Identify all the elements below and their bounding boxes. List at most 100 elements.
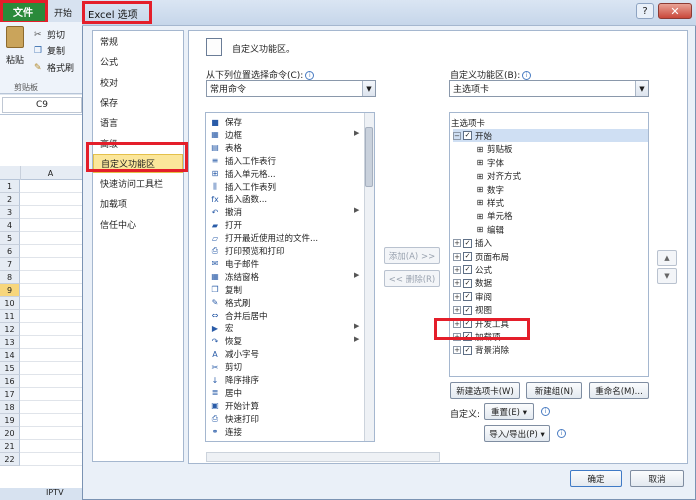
command-item[interactable]: ▦ 边框 bbox=[209, 129, 359, 141]
row-header[interactable]: 4 bbox=[0, 219, 20, 232]
horizontal-scrollbar[interactable] bbox=[206, 452, 440, 462]
grid-row[interactable] bbox=[20, 271, 84, 284]
row-header[interactable]: 15 bbox=[0, 362, 20, 375]
expand-icon[interactable]: + bbox=[453, 252, 461, 261]
nav-item[interactable]: 公式 bbox=[93, 52, 183, 71]
command-item[interactable]: ↓ 降序排序 bbox=[209, 374, 359, 387]
grid-row[interactable] bbox=[20, 219, 84, 232]
chevron-down-icon[interactable]: ▼ bbox=[635, 81, 648, 96]
grid-row[interactable] bbox=[20, 414, 84, 427]
row-header[interactable]: 16 bbox=[0, 375, 20, 388]
collapse-icon[interactable]: − bbox=[453, 131, 461, 140]
command-item[interactable]: ▱ 打开最近使用过的文件... bbox=[209, 232, 359, 245]
tree-tab-item[interactable]: + ✓ 审阅 bbox=[453, 290, 648, 303]
command-item[interactable]: ❐ 复制 bbox=[209, 284, 359, 296]
command-item[interactable]: ⊞ 插入单元格... bbox=[209, 168, 359, 180]
row-header[interactable]: 18 bbox=[0, 401, 20, 414]
cut-button[interactable]: ✂ 剪切 bbox=[34, 28, 65, 42]
tab-checkbox[interactable]: ✓ bbox=[463, 252, 472, 261]
command-item[interactable]: ✎ 格式刷 bbox=[209, 297, 359, 309]
tab-checkbox[interactable]: ✓ bbox=[463, 278, 472, 288]
ok-button[interactable]: 确定 bbox=[570, 470, 622, 487]
move-down-button[interactable]: ▼ bbox=[657, 268, 677, 284]
row-header[interactable]: 9 bbox=[0, 284, 20, 297]
tree-header[interactable]: 主选项卡 bbox=[451, 116, 646, 129]
choose-commands-combo[interactable]: 常用命令 ▼ bbox=[206, 80, 376, 97]
name-box[interactable]: C9 bbox=[2, 97, 82, 113]
grid-row[interactable] bbox=[20, 284, 84, 297]
command-item[interactable]: ▦ 冻结窗格 bbox=[209, 271, 359, 283]
command-item[interactable]: ▶ 宏 bbox=[209, 322, 359, 335]
row-header[interactable]: 17 bbox=[0, 388, 20, 401]
paste-label[interactable]: 粘贴 bbox=[6, 53, 24, 66]
nav-item[interactable]: 信任中心 bbox=[93, 215, 183, 234]
row-header[interactable]: 7 bbox=[0, 258, 20, 271]
nav-item[interactable]: 校对 bbox=[93, 73, 183, 92]
new-group-button[interactable]: 新建组(N) bbox=[526, 382, 582, 399]
tab-checkbox[interactable]: ✓ bbox=[463, 265, 472, 275]
tab-checkbox[interactable]: ✓ bbox=[463, 292, 472, 302]
commands-scrollbar-thumb[interactable] bbox=[365, 127, 373, 187]
expand-icon[interactable]: + bbox=[453, 292, 461, 301]
nav-item[interactable]: 语言 bbox=[93, 113, 183, 132]
grid-row[interactable] bbox=[20, 323, 84, 336]
row-header[interactable]: 1 bbox=[0, 180, 20, 193]
column-header-a[interactable]: A bbox=[20, 166, 80, 180]
command-item[interactable]: ⚭ 连接 bbox=[209, 426, 359, 438]
help-button[interactable]: ? bbox=[636, 3, 654, 19]
grid-row[interactable] bbox=[20, 245, 84, 258]
row-header[interactable]: 5 bbox=[0, 232, 20, 245]
row-header[interactable]: 14 bbox=[0, 349, 20, 362]
grid-row[interactable] bbox=[20, 193, 84, 206]
tree-tab-item[interactable]: − ✓ 开始 bbox=[453, 129, 648, 143]
format-painter-button[interactable]: ✎ 格式刷 bbox=[34, 61, 74, 75]
tree-tab-item[interactable]: + ✓ 视图 bbox=[453, 304, 648, 317]
close-button[interactable]: ✕ bbox=[658, 3, 692, 19]
tree-group-item[interactable]: ⊞ 剪贴板 bbox=[476, 143, 671, 156]
command-item[interactable]: A 减小字号 bbox=[209, 348, 359, 361]
grid-row[interactable] bbox=[20, 180, 84, 193]
tab-checkbox[interactable]: ✓ bbox=[463, 131, 472, 141]
grid-row[interactable] bbox=[20, 427, 84, 440]
command-item[interactable]: ⇔ 合并后居中 bbox=[209, 310, 359, 322]
grid-row[interactable] bbox=[20, 401, 84, 414]
row-header[interactable]: 21 bbox=[0, 440, 20, 453]
tab-checkbox[interactable]: ✓ bbox=[463, 345, 472, 355]
tab-checkbox[interactable]: ✓ bbox=[463, 305, 472, 315]
tree-tab-item[interactable]: + ✓ 背景消除 bbox=[453, 344, 648, 357]
expand-icon[interactable]: ⊞ bbox=[476, 185, 484, 194]
cancel-button[interactable]: 取消 bbox=[630, 470, 684, 487]
row-header[interactable]: 3 bbox=[0, 206, 20, 219]
command-item[interactable]: ≣ 居中 bbox=[209, 387, 359, 399]
nav-item[interactable]: 保存 bbox=[93, 93, 183, 112]
row-header[interactable]: 12 bbox=[0, 323, 20, 336]
tree-group-item[interactable]: ⊞ 对齐方式 bbox=[476, 170, 671, 183]
grid-row[interactable] bbox=[20, 206, 84, 219]
command-item[interactable]: ⎙ 打印预览和打印 bbox=[209, 245, 359, 257]
command-item[interactable]: ✉ 电子邮件 bbox=[209, 258, 359, 270]
tree-group-item[interactable]: ⊞ 单元格 bbox=[476, 210, 671, 223]
grid-row[interactable] bbox=[20, 362, 84, 375]
remove-button[interactable]: << 删除(R) bbox=[384, 270, 440, 287]
rename-button[interactable]: 重命名(M)... bbox=[589, 382, 649, 399]
grid-row[interactable] bbox=[20, 258, 84, 271]
command-item[interactable]: ▣ 开始计算 bbox=[209, 400, 359, 412]
expand-icon[interactable]: ⊞ bbox=[476, 212, 484, 221]
expand-icon[interactable]: ⊞ bbox=[476, 145, 484, 154]
grid-row[interactable] bbox=[20, 349, 84, 362]
row-header[interactable]: 10 bbox=[0, 297, 20, 310]
nav-item[interactable]: 加载项 bbox=[93, 194, 183, 213]
command-item[interactable]: fx 插入函数... bbox=[209, 193, 359, 206]
tree-tab-item[interactable]: + ✓ 公式 bbox=[453, 263, 648, 276]
grid-row[interactable] bbox=[20, 375, 84, 388]
expand-icon[interactable]: + bbox=[453, 346, 461, 355]
customize-ribbon-combo[interactable]: 主选项卡 ▼ bbox=[449, 80, 649, 97]
row-header[interactable]: 2 bbox=[0, 193, 20, 206]
expand-icon[interactable]: ⊞ bbox=[476, 225, 484, 234]
command-item[interactable]: ≡ 插入工作表行 bbox=[209, 155, 359, 167]
command-item[interactable]: ↷ 恢复 bbox=[209, 335, 359, 348]
tree-group-item[interactable]: ⊞ 样式 bbox=[476, 196, 671, 209]
reset-button[interactable]: 重置(E) ▾ bbox=[484, 403, 534, 420]
grid-row[interactable] bbox=[20, 453, 84, 466]
tree-tab-item[interactable]: + ✓ 插入 bbox=[453, 237, 648, 250]
